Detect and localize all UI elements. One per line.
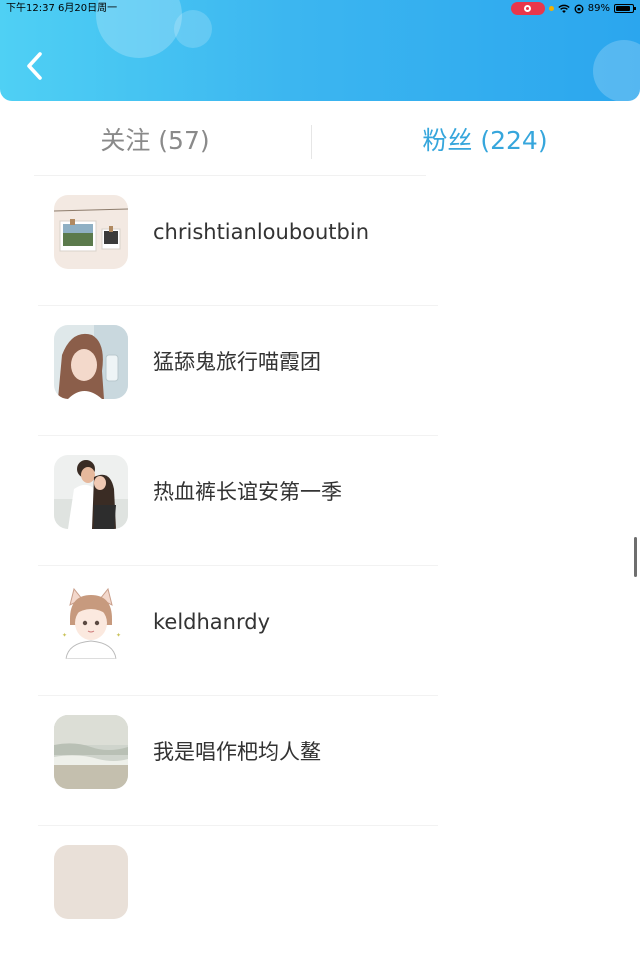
chevron-left-icon bbox=[27, 52, 42, 80]
wifi-icon bbox=[558, 4, 570, 13]
list-item[interactable]: 热血裤长谊安第一季 bbox=[0, 436, 640, 566]
header-bar: 下午12:37 6月20日周一 89% bbox=[0, 0, 640, 101]
screen-record-icon bbox=[510, 2, 545, 15]
status-time-date: 下午12:37 6月20日周一 bbox=[6, 3, 118, 14]
list-item[interactable]: 猛舔鬼旅行喵霞团 bbox=[0, 306, 640, 436]
status-bar: 下午12:37 6月20日周一 89% bbox=[0, 0, 640, 18]
avatar[interactable] bbox=[54, 455, 128, 529]
fan-name: 我是唱作杷均人鳌 bbox=[153, 740, 321, 764]
list-item[interactable]: ✦ ✦ keldhanrdy bbox=[0, 566, 640, 696]
decorative-bubble bbox=[593, 40, 640, 101]
fan-name: 猛舔鬼旅行喵霞团 bbox=[153, 350, 321, 374]
scrollbar[interactable] bbox=[634, 537, 637, 577]
avatar[interactable]: ✦ ✦ bbox=[54, 585, 128, 659]
fan-name: 热血裤长谊安第一季 bbox=[153, 480, 342, 504]
svg-text:✦: ✦ bbox=[62, 632, 67, 639]
svg-text:✦: ✦ bbox=[116, 632, 121, 639]
list-item[interactable] bbox=[0, 826, 640, 956]
tab-following[interactable]: 关注 (57) bbox=[40, 101, 270, 176]
avatar[interactable] bbox=[54, 715, 128, 789]
tab-fans[interactable]: 粉丝 (224) bbox=[370, 101, 600, 176]
avatar[interactable] bbox=[54, 325, 128, 399]
battery-percent: 89% bbox=[587, 3, 610, 14]
mic-indicator-icon bbox=[548, 6, 554, 11]
orientation-lock-icon bbox=[574, 4, 584, 13]
list-item[interactable]: chrishtianlouboutbin bbox=[0, 176, 640, 306]
fan-name: keldhanrdy bbox=[153, 610, 271, 634]
list-item[interactable]: 我是唱作杷均人鳌 bbox=[0, 696, 640, 826]
tab-divider bbox=[311, 125, 312, 159]
avatar[interactable] bbox=[54, 845, 128, 919]
battery-icon bbox=[614, 4, 636, 13]
avatar[interactable] bbox=[54, 195, 128, 269]
fan-name: chrishtianlouboutbin bbox=[153, 220, 370, 244]
back-button[interactable] bbox=[22, 48, 48, 84]
tab-bar: 关注 (57) 粉丝 (224) bbox=[0, 101, 640, 176]
